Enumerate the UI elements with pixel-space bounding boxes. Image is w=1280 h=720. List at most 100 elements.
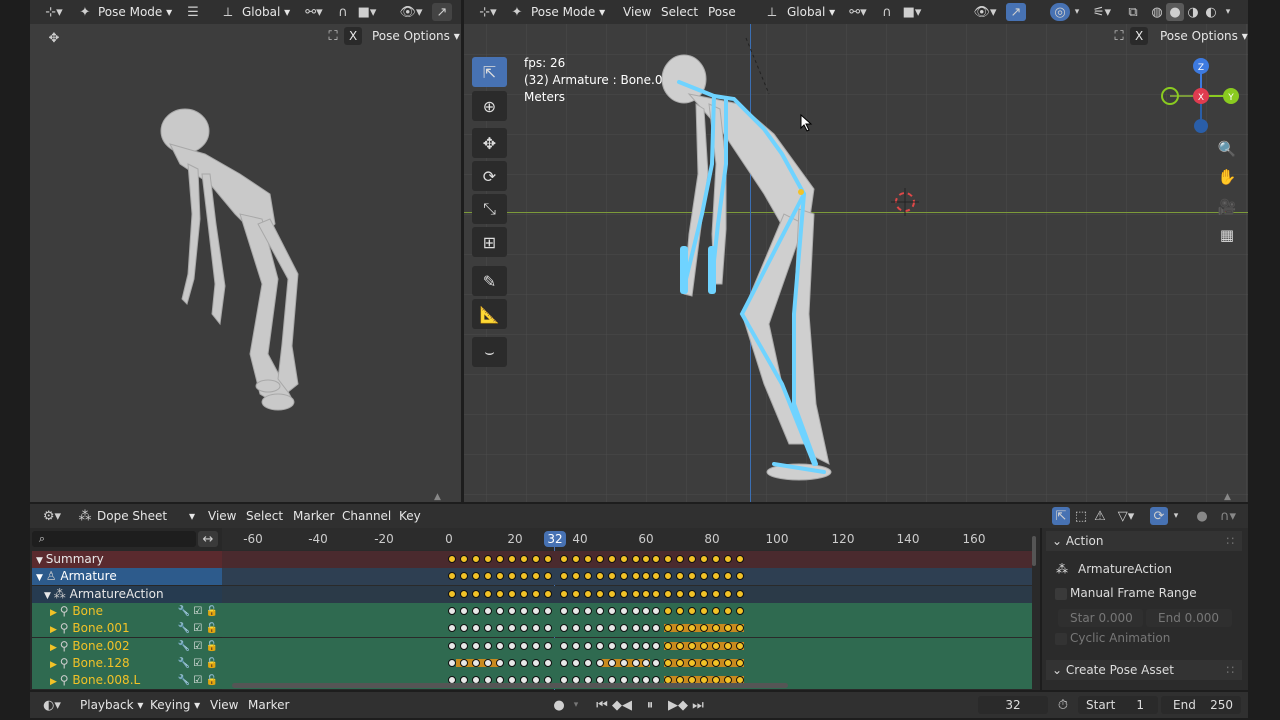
keyframe[interactable] — [664, 641, 672, 650]
channel-controls[interactable]: 🔧 ☑ 🔓 — [178, 620, 218, 637]
keyframe[interactable] — [620, 606, 628, 615]
show-hidden-icon[interactable]: ⬚ — [1072, 507, 1090, 525]
keyframe[interactable] — [608, 606, 616, 615]
gizmo-toggle-icon[interactable]: ↗ — [432, 3, 452, 21]
keyframe[interactable] — [544, 624, 552, 633]
rotate-tool[interactable]: ⟳ — [472, 161, 507, 191]
keyframe[interactable] — [532, 624, 540, 633]
keyframe[interactable] — [448, 641, 456, 650]
editor-type-icon[interactable]: ⊹▾ — [40, 3, 68, 21]
falloff-icon[interactable]: ∩▾ — [1214, 507, 1242, 525]
keyframe[interactable] — [632, 658, 640, 667]
channel-row[interactable]: ▶ ⚲ Bone.002 🔧 ☑ 🔓 — [32, 637, 222, 655]
keyframe[interactable] — [520, 606, 528, 615]
keyframe[interactable] — [664, 606, 672, 615]
keyframe[interactable] — [620, 589, 628, 598]
keyframe[interactable] — [496, 624, 504, 633]
expand-right-icon[interactable]: ▶ — [50, 625, 60, 635]
gizmo-settings-icon[interactable]: ⚟▾ — [1090, 3, 1114, 21]
keyframe[interactable] — [724, 589, 732, 598]
orientation-select-right[interactable]: Global ▾ — [787, 3, 835, 21]
keyframe[interactable] — [520, 555, 528, 563]
snap-icon-right[interactable]: ∩ — [878, 3, 896, 21]
keyframe[interactable] — [532, 572, 540, 581]
keyframe[interactable] — [584, 624, 592, 633]
drag-handle-icon[interactable]: ∷ — [1226, 531, 1234, 551]
action-panel-header[interactable]: ⌄ Action ∷ — [1046, 531, 1242, 551]
keyframe[interactable] — [652, 589, 660, 598]
errors-icon[interactable]: ⚠ — [1091, 507, 1109, 525]
keyframe[interactable] — [632, 572, 640, 581]
keyframe[interactable] — [496, 606, 504, 615]
shading-dropdown-icon[interactable]: ▾ — [1222, 3, 1234, 21]
keyframe[interactable] — [572, 572, 580, 581]
keyframe[interactable] — [688, 555, 696, 563]
left-viewport[interactable]: ✥ ⛶ X Pose Options ▾ ▲ — [30, 24, 461, 502]
keyframe[interactable] — [544, 606, 552, 615]
tl-menu-view[interactable]: View — [210, 696, 238, 714]
keyframe[interactable] — [712, 572, 720, 581]
keyframe[interactable] — [642, 606, 650, 615]
keyframe[interactable] — [620, 572, 628, 581]
expand-down-icon[interactable]: ▼ — [44, 591, 54, 601]
record-icon[interactable]: ● — [550, 696, 568, 714]
keyframe[interactable] — [688, 641, 696, 650]
current-frame-field[interactable]: 32 — [978, 696, 1048, 714]
keyframe[interactable] — [632, 589, 640, 598]
keyframe[interactable] — [676, 641, 684, 650]
keyframe[interactable] — [664, 572, 672, 581]
filter-icon[interactable]: ▽▾ — [1114, 507, 1138, 525]
keyframe[interactable] — [652, 606, 660, 615]
manual-range-checkbox[interactable] — [1055, 588, 1067, 600]
mode-select-right[interactable]: Pose Mode ▾ — [531, 3, 605, 21]
tl-menu-keying[interactable]: Keying ▾ — [150, 696, 200, 714]
keyframe[interactable] — [700, 555, 708, 563]
start-frame-timeline[interactable]: Start 1 — [1078, 696, 1158, 714]
keyframe[interactable] — [712, 658, 720, 667]
annotate-tool[interactable]: ✎ — [472, 266, 507, 296]
keyframe[interactable] — [596, 589, 604, 598]
keyframe[interactable] — [676, 658, 684, 667]
keyframe[interactable] — [596, 641, 604, 650]
keyframe[interactable] — [560, 624, 568, 633]
vertical-scrollbar[interactable] — [1032, 536, 1036, 566]
rendered-shading-icon[interactable]: ◐ — [1202, 3, 1220, 21]
orientation-select-left[interactable]: Global ▾ — [242, 3, 290, 21]
keyframe[interactable] — [460, 606, 468, 615]
wireframe-shading-icon[interactable]: ◍ — [1148, 3, 1166, 21]
channel-row[interactable]: ▼ ♙ Armature — [32, 568, 222, 586]
keyframe[interactable] — [472, 589, 480, 598]
keyframe[interactable] — [688, 658, 696, 667]
ds-menu-select[interactable]: Select — [246, 507, 283, 525]
scale-tool[interactable]: ⤡ — [472, 194, 507, 224]
keyframe[interactable] — [620, 624, 628, 633]
keyframe[interactable] — [596, 624, 604, 633]
stopwatch-icon[interactable]: ⏱ — [1054, 696, 1072, 714]
keyframe[interactable] — [560, 589, 568, 598]
keyframe[interactable] — [484, 572, 492, 581]
keyframe[interactable] — [560, 555, 568, 563]
keyframe[interactable] — [700, 641, 708, 650]
keyframe[interactable] — [508, 555, 516, 563]
keyframe[interactable] — [520, 658, 528, 667]
keyframe[interactable] — [736, 555, 744, 563]
keyframe[interactable] — [544, 555, 552, 563]
drag-handle-icon[interactable]: ∷ — [1226, 660, 1234, 680]
keyframe[interactable] — [676, 606, 684, 615]
camera-icon[interactable]: 🎥 — [1214, 194, 1240, 220]
keyframe[interactable] — [484, 589, 492, 598]
keyframe[interactable] — [724, 555, 732, 563]
keyframe[interactable] — [712, 589, 720, 598]
keyframe[interactable] — [484, 624, 492, 633]
proportional-icon[interactable]: ● — [1194, 507, 1210, 525]
pause-icon[interactable]: ⏸ — [640, 696, 660, 714]
keyframe[interactable] — [608, 658, 616, 667]
keyframe[interactable] — [484, 606, 492, 615]
keyframe[interactable] — [724, 572, 732, 581]
jump-next-key-icon[interactable]: ▶◆ — [668, 696, 688, 714]
keyframe[interactable] — [448, 555, 456, 563]
keyframe[interactable] — [472, 641, 480, 650]
end-frame-timeline[interactable]: End 250 — [1161, 696, 1241, 714]
dopesheet-mode-select[interactable]: Dope Sheet ▾ — [97, 507, 195, 525]
xray-toggle-icon[interactable]: ⧉ — [1124, 3, 1142, 21]
